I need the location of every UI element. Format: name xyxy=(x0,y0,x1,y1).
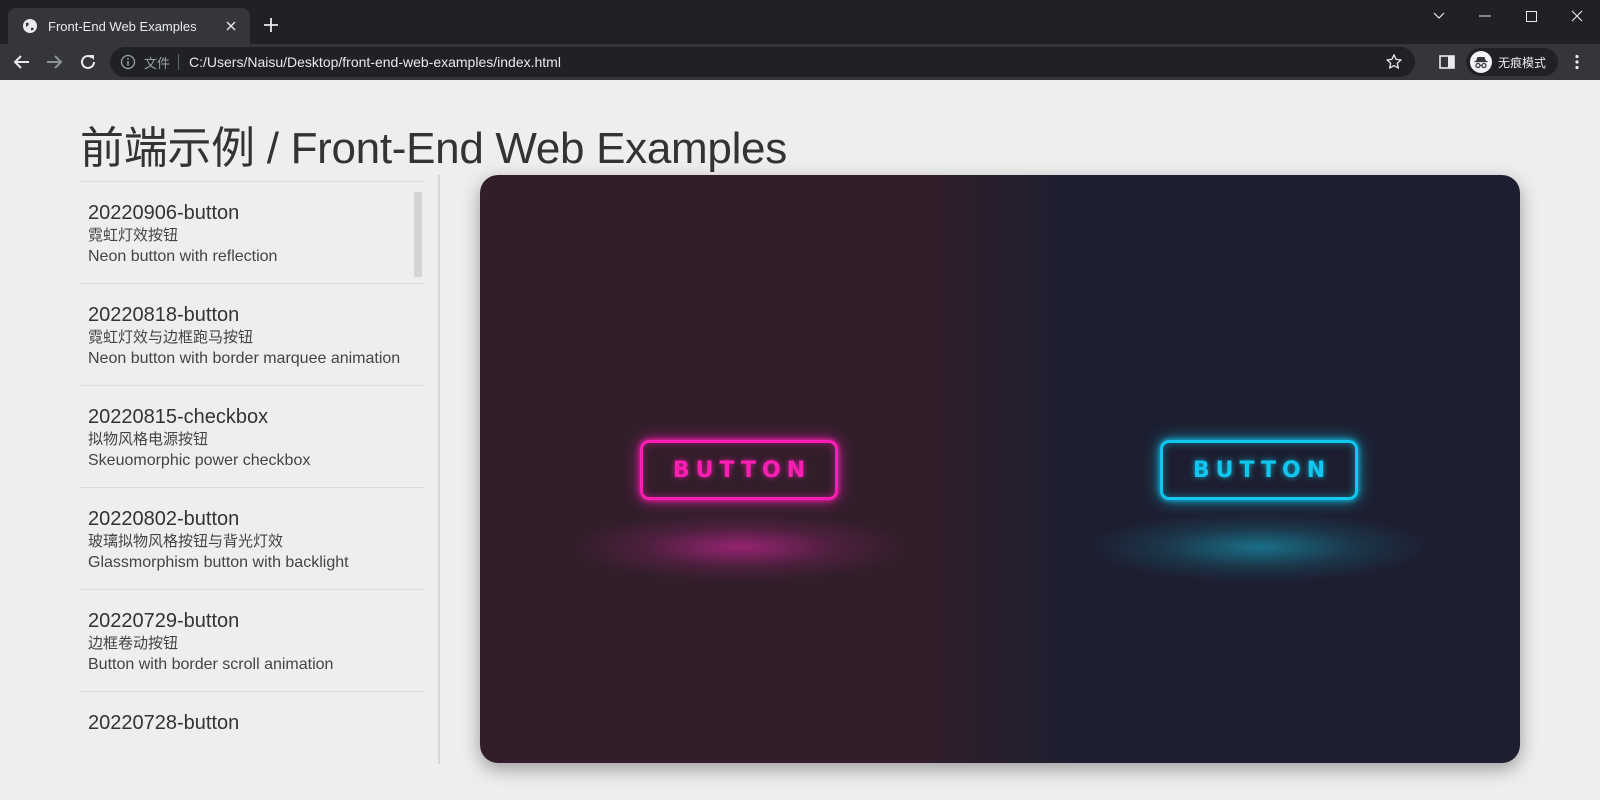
incognito-label: 无痕模式 xyxy=(1498,55,1547,70)
new-tab-icon[interactable] xyxy=(262,16,280,34)
list-item-title: 20220728-button xyxy=(88,712,240,734)
kebab-menu-icon[interactable] xyxy=(1568,53,1586,71)
list-item-en-desc: Button with border scroll animation xyxy=(88,656,334,673)
pink-button-reflection xyxy=(570,512,910,582)
bookmark-star-icon[interactable] xyxy=(1385,53,1403,71)
list-item[interactable]: 20220815-checkbox 拟物风格电源按钮 Skeuomorphic … xyxy=(80,385,424,487)
list-item-title: 20220906-button xyxy=(88,202,240,224)
list-item-en-desc: Neon button with reflection xyxy=(88,248,278,265)
list-item-zh-desc: 霓虹灯效与边框跑马按钮 xyxy=(88,329,254,346)
info-icon[interactable] xyxy=(120,54,136,70)
list-item-en-desc: Neon button with border marquee animatio… xyxy=(88,350,401,367)
close-window-icon[interactable] xyxy=(1554,0,1600,32)
list-item[interactable]: 20220728-button xyxy=(80,691,424,751)
cyan-button-reflection xyxy=(1089,512,1429,582)
tab-title: Front-End Web Examples xyxy=(48,18,197,34)
side-panel-icon[interactable] xyxy=(1438,53,1456,71)
browser-toolbar: 文件 C:/Users/Naisu/Desktop/front-end-web-… xyxy=(0,44,1600,80)
demo-preview-panel: BUTTON BUTTON xyxy=(480,175,1520,763)
list-divider xyxy=(438,175,440,764)
incognito-profile-chip[interactable]: 无痕模式 xyxy=(1466,48,1558,76)
list-item[interactable]: 20220906-button 霓虹灯效按钮 Neon button with … xyxy=(80,181,424,283)
neon-pink-button[interactable]: BUTTON xyxy=(640,440,838,500)
minimize-icon[interactable] xyxy=(1462,0,1508,32)
example-list: 20220906-button 霓虹灯效按钮 Neon button with … xyxy=(80,181,424,763)
list-item-en-desc: Skeuomorphic power checkbox xyxy=(88,452,311,469)
page-title: 前端示例 / Front-End Web Examples xyxy=(80,124,787,173)
list-item-title: 20220815-checkbox xyxy=(88,406,269,428)
list-item-zh-desc: 霓虹灯效按钮 xyxy=(88,227,179,244)
tab-search-chevron-icon[interactable] xyxy=(1416,0,1462,32)
list-item-zh-desc: 边框卷动按钮 xyxy=(88,635,179,652)
browser-tab-active[interactable]: Front-End Web Examples xyxy=(8,8,250,44)
list-item-zh-desc: 拟物风格电源按钮 xyxy=(88,431,209,448)
list-item-en-desc: Glassmorphism button with backlight xyxy=(88,554,349,571)
list-scrollbar-thumb[interactable] xyxy=(414,192,422,277)
list-item-title: 20220729-button xyxy=(88,610,240,632)
list-item-zh-desc: 玻璃拟物风格按钮与背光灯效 xyxy=(88,533,284,550)
list-item[interactable]: 20220802-button 玻璃拟物风格按钮与背光灯效 Glassmorph… xyxy=(80,487,424,589)
address-url[interactable]: C:/Users/Naisu/Desktop/front-end-web-exa… xyxy=(189,54,561,70)
list-item-title: 20220818-button xyxy=(88,304,240,326)
incognito-icon xyxy=(1470,51,1492,73)
list-item[interactable]: 20220729-button 边框卷动按钮 Button with borde… xyxy=(80,589,424,691)
address-separator xyxy=(178,54,180,70)
list-item-title: 20220802-button xyxy=(88,508,240,530)
address-bar[interactable]: 文件 C:/Users/Naisu/Desktop/front-end-web-… xyxy=(110,47,1415,77)
tab-strip: Front-End Web Examples xyxy=(0,0,1600,44)
reload-icon[interactable] xyxy=(76,50,100,74)
back-arrow-icon[interactable] xyxy=(10,50,34,74)
site-security-chip[interactable]: 文件 xyxy=(144,53,170,72)
forward-arrow-icon[interactable] xyxy=(42,50,66,74)
maximize-icon[interactable] xyxy=(1508,0,1554,32)
list-item[interactable]: 20220818-button 霓虹灯效与边框跑马按钮 Neon button … xyxy=(80,283,424,385)
close-tab-icon[interactable] xyxy=(222,17,240,35)
neon-cyan-button[interactable]: BUTTON xyxy=(1160,440,1358,500)
globe-icon xyxy=(22,18,38,34)
